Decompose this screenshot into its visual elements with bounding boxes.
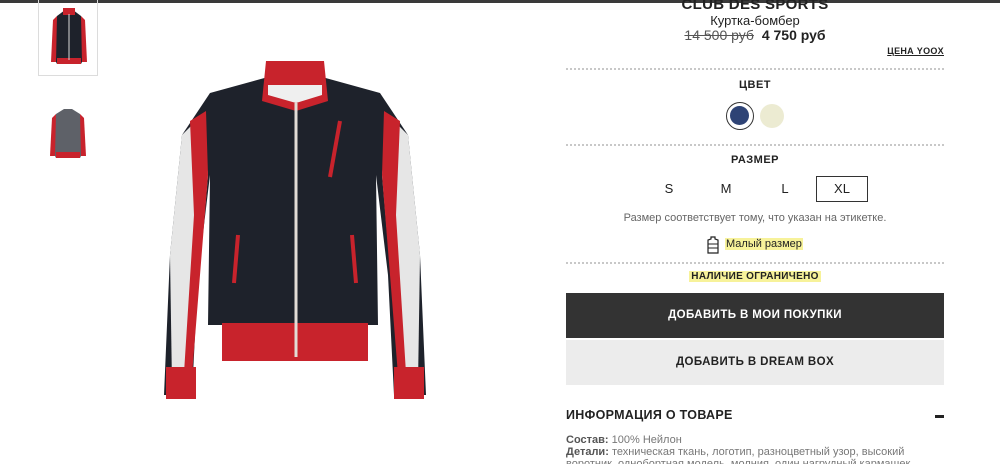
divider [566,68,944,70]
color-section-title: ЦВЕТ [738,79,772,91]
size-option-m[interactable]: M [701,176,751,202]
divider [566,144,944,146]
color-swatch-cream[interactable] [760,104,784,128]
details-row: Детали: техническая ткань, логотип, разн… [566,446,944,464]
product-type: Куртка-бомбер [710,13,800,28]
fit-label: Малый размер [725,238,803,250]
collapse-icon[interactable] [935,415,944,418]
price-row: 14 500 руб 4 750 руб [566,27,944,43]
price-note-link[interactable]: ЦЕНА YOOX [887,46,944,56]
availability-label: НАЛИЧИЕ ОГРАНИЧЕНО [689,271,821,282]
size-section-title: РАЗМЕР [730,154,780,166]
divider [566,262,944,264]
new-price: 4 750 руб [761,27,826,43]
product-info-text: Состав: 100% Нейлон Детали: техническая … [566,434,944,464]
hanger-shirt-icon [706,236,720,254]
add-to-bag-button[interactable]: ДОБАВИТЬ В МОИ ПОКУПКИ [566,293,944,338]
add-to-dreambox-button[interactable]: ДОБАВИТЬ В DREAM BOX [566,340,944,385]
product-brand[interactable]: CLUB DES SPORTS [566,0,944,13]
color-swatch-navy[interactable] [726,102,754,130]
composition-row: Состав: 100% Нейлон [566,434,944,446]
old-price: 14 500 руб [684,27,754,43]
product-info-title[interactable]: ИНФОРМАЦИЯ О ТОВАРЕ [566,408,733,422]
size-option-s[interactable]: S [644,176,694,202]
details-value: техническая ткань, логотип, разноцветный… [566,446,911,464]
composition-value: 100% Нейлон [611,434,682,446]
size-selector: S M L XL [566,176,944,202]
color-swatches [566,102,944,130]
composition-label: Состав: [566,434,609,446]
size-option-xl[interactable]: XL [816,176,868,202]
swatch-fill [730,106,749,125]
thumbnail-back[interactable] [38,98,98,174]
thumbnail-front[interactable] [38,0,98,76]
size-note: Размер соответствует тому, что указан на… [623,212,887,224]
availability-status: НАЛИЧИЕ ОГРАНИЧЕНО [566,271,944,282]
details-label: Детали: [566,446,609,458]
product-main-image[interactable] [150,55,440,405]
size-option-l[interactable]: L [760,176,810,202]
